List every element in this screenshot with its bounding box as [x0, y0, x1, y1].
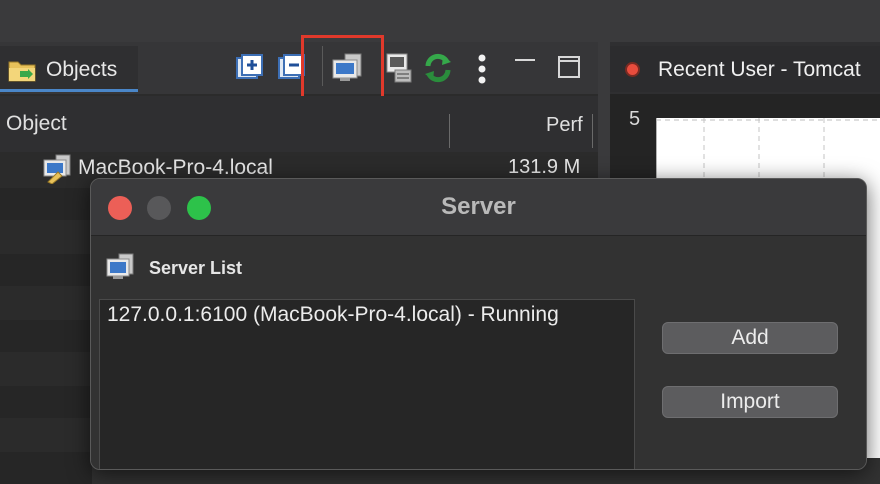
tab-objects-label: Objects	[46, 58, 118, 81]
dialog-title: Server	[441, 193, 516, 220]
minimize-view-icon[interactable]	[512, 54, 538, 68]
server-list-item[interactable]: 127.0.0.1:6100 (MacBook-Pro-4.local) - R…	[107, 303, 559, 327]
expand-all-icon[interactable]	[236, 54, 264, 82]
table-row[interactable]	[0, 254, 92, 286]
record-icon	[627, 64, 638, 75]
window-top-strip	[0, 0, 880, 42]
view-menu-icon[interactable]	[476, 52, 488, 86]
refresh-icon[interactable]	[422, 52, 454, 84]
object-name: MacBook-Pro-4.local	[78, 156, 273, 179]
folder-icon	[8, 61, 36, 82]
server-object-icon	[43, 154, 71, 184]
table-row[interactable]	[0, 188, 92, 220]
chart-view-title: Recent User - Tomcat	[658, 58, 861, 81]
column-divider[interactable]	[449, 114, 450, 148]
server-monitor-icon[interactable]	[385, 52, 413, 84]
y-axis-tick-label: 5	[629, 108, 641, 130]
server-list-icon	[106, 253, 134, 279]
import-button[interactable]: Import	[662, 386, 838, 418]
maximize-view-icon[interactable]	[557, 55, 581, 79]
table-row[interactable]	[0, 386, 92, 418]
column-divider[interactable]	[592, 114, 593, 148]
column-header-perf[interactable]: Perf	[546, 114, 583, 137]
server-dialog: Server Server List 127.0.0.1:6100 (MacBo…	[90, 178, 867, 470]
add-button[interactable]: Add	[662, 322, 838, 354]
object-perf: 131.9 M	[508, 156, 581, 178]
column-header-object[interactable]: Object	[6, 112, 67, 136]
server-list-label: Server List	[149, 258, 243, 278]
objects-table-header	[0, 96, 598, 153]
highlight-box	[301, 35, 384, 103]
table-row[interactable]	[0, 320, 92, 352]
table-row[interactable]	[0, 452, 92, 484]
